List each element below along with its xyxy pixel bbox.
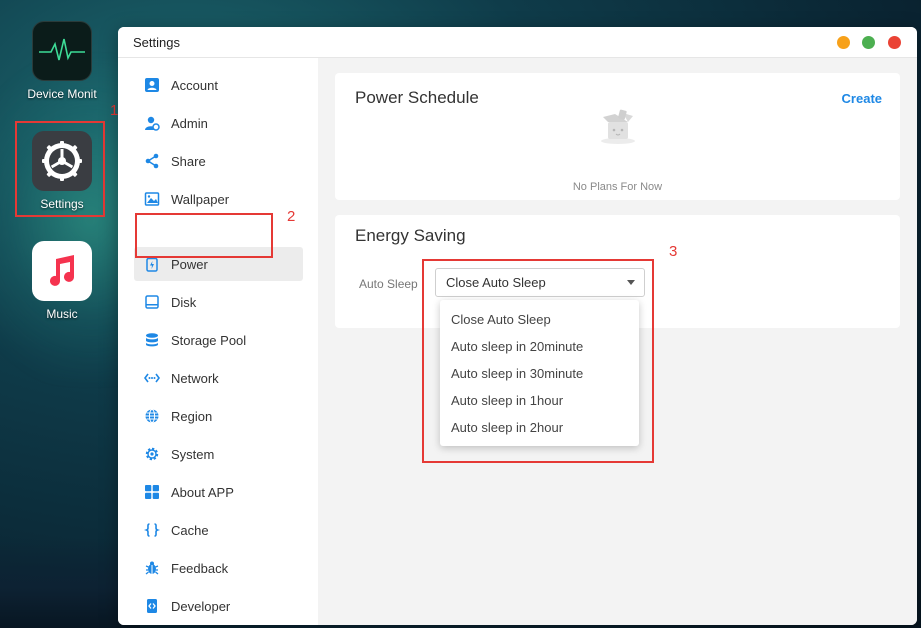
annotation-box-1 bbox=[15, 121, 105, 217]
admin-icon bbox=[143, 114, 161, 132]
window-titlebar[interactable]: Settings bbox=[118, 27, 917, 58]
desktop-icon-label: Device Monit bbox=[27, 87, 97, 101]
annotation-box-2 bbox=[135, 213, 273, 258]
energy-saving-title: Energy Saving bbox=[355, 226, 466, 245]
sidebar-item-developer[interactable]: Developer bbox=[134, 589, 303, 623]
annotation-number-3: 3 bbox=[669, 243, 678, 260]
sidebar-item-label: Developer bbox=[171, 598, 231, 614]
globe-icon bbox=[143, 407, 161, 425]
braces-icon bbox=[143, 521, 161, 539]
sidebar-item-label: Disk bbox=[171, 294, 197, 310]
music-note-icon bbox=[32, 241, 92, 301]
sidebar-item-admin[interactable]: Admin bbox=[134, 106, 303, 140]
sidebar-item-region[interactable]: Region bbox=[134, 399, 303, 433]
annotation-box-3 bbox=[422, 259, 654, 463]
desktop-icon-music[interactable]: Music bbox=[17, 241, 107, 321]
grid-icon bbox=[143, 483, 161, 501]
desktop-icon-device-monit[interactable]: Device Monit bbox=[17, 21, 107, 101]
empty-state-text: No Plans For Now bbox=[572, 181, 663, 193]
sidebar-item-label: Admin bbox=[171, 115, 208, 131]
create-schedule-button[interactable]: Create bbox=[842, 91, 882, 106]
network-icon bbox=[143, 369, 161, 387]
power-schedule-title: Power Schedule bbox=[355, 88, 479, 107]
sidebar-item-label: Account bbox=[171, 77, 218, 93]
sidebar-item-share[interactable]: Share bbox=[134, 144, 303, 178]
disk-icon bbox=[143, 293, 161, 311]
sidebar-item-about-app[interactable]: About APP bbox=[134, 475, 303, 509]
sidebar-item-cache[interactable]: Cache bbox=[134, 513, 303, 547]
wallpaper-icon bbox=[143, 190, 161, 208]
code-icon bbox=[143, 597, 161, 615]
sidebar-item-storage-pool[interactable]: Storage Pool bbox=[134, 323, 303, 357]
sidebar-item-label: Feedback bbox=[171, 560, 229, 576]
sidebar-item-label: Wallpaper bbox=[171, 191, 230, 207]
window-title: Settings bbox=[133, 35, 180, 50]
sidebar-item-label: System bbox=[171, 446, 215, 462]
sidebar-item-label: Share bbox=[171, 153, 206, 169]
sidebar-item-label: Network bbox=[171, 370, 219, 386]
minimize-button[interactable] bbox=[837, 36, 850, 49]
power-schedule-card: Power Schedule Create No Plans For Now bbox=[335, 73, 900, 200]
sidebar-item-label: Power bbox=[171, 256, 208, 272]
sidebar-item-label: Storage Pool bbox=[171, 332, 247, 348]
sidebar-item-disk[interactable]: Disk bbox=[134, 285, 303, 319]
sidebar-item-system[interactable]: System bbox=[134, 437, 303, 471]
settings-sidebar: Account Admin Share Wallpaper Power Disk… bbox=[118, 58, 318, 625]
close-button[interactable] bbox=[888, 36, 901, 49]
sidebar-item-label: Region bbox=[171, 408, 213, 424]
bug-icon bbox=[143, 559, 161, 577]
account-icon bbox=[143, 76, 161, 94]
storage-pool-icon bbox=[143, 331, 161, 349]
gear-icon bbox=[143, 445, 161, 463]
sidebar-item-label: About APP bbox=[171, 484, 234, 500]
maximize-button[interactable] bbox=[862, 36, 875, 49]
annotation-number-2: 2 bbox=[287, 208, 296, 225]
empty-box-illustration bbox=[595, 108, 641, 146]
share-icon bbox=[143, 152, 161, 170]
sidebar-item-feedback[interactable]: Feedback bbox=[134, 551, 303, 585]
auto-sleep-label: Auto Sleep bbox=[359, 277, 418, 291]
desktop-icon-label: Music bbox=[46, 307, 78, 321]
sidebar-item-label: Cache bbox=[171, 522, 209, 538]
sidebar-item-account[interactable]: Account bbox=[134, 68, 303, 102]
heartbeat-icon bbox=[32, 21, 92, 81]
sidebar-item-network[interactable]: Network bbox=[134, 361, 303, 395]
sidebar-item-wallpaper[interactable]: Wallpaper bbox=[134, 182, 303, 216]
